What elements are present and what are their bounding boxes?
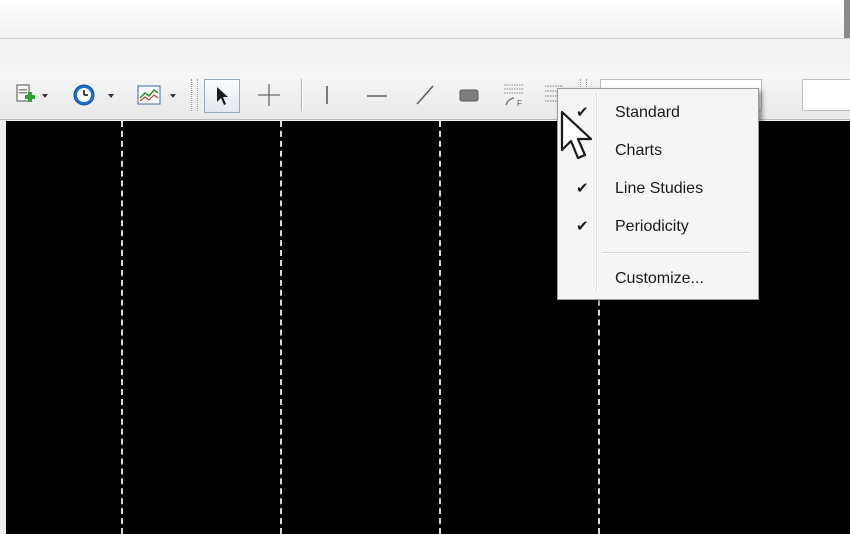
trend-line-tool-button[interactable] — [410, 81, 440, 109]
menu-bar — [0, 38, 850, 72]
vertical-line-tool-button[interactable] — [314, 81, 340, 109]
check-icon: ✔ — [576, 217, 589, 235]
application-window: F ✔ Standard Charts ✔ Line Studies ✔ Per… — [0, 0, 850, 534]
periodicity-button[interactable] — [70, 81, 98, 109]
vertical-gridline — [121, 121, 123, 534]
menu-item-label: Customize... — [615, 270, 704, 287]
menu-item-label: Periodicity — [615, 218, 689, 235]
toolbar-separator — [301, 79, 302, 111]
mouse-cursor-icon — [560, 110, 593, 160]
horizontal-line-icon — [367, 95, 387, 97]
fibonacci-icon: F — [504, 84, 524, 108]
title-bar — [0, 0, 850, 38]
menu-item-label: Charts — [615, 142, 663, 159]
vertical-gridline — [280, 121, 282, 534]
menu-item-label: Line Studies — [615, 180, 704, 197]
new-chart-dropdown-arrow[interactable] — [42, 94, 48, 98]
toolbar-field-secondary[interactable] — [802, 79, 850, 111]
menu-item-label: Standard — [615, 104, 680, 121]
new-chart-button[interactable] — [12, 81, 38, 109]
chart-type-button[interactable] — [134, 81, 164, 109]
menu-separator — [602, 252, 750, 253]
check-icon: ✔ — [576, 179, 589, 197]
crosshair-tool-button[interactable] — [254, 81, 284, 109]
trend-line-icon — [416, 85, 434, 105]
vertical-gridline — [439, 121, 441, 534]
toolbar-grip[interactable] — [191, 79, 198, 111]
svg-text:F: F — [517, 99, 522, 108]
window-edge — [844, 0, 850, 38]
horizontal-line-tool-button[interactable] — [362, 81, 392, 109]
rectangle-tool-button[interactable] — [454, 81, 484, 109]
chart-type-icon — [137, 85, 161, 105]
menu-item-customize[interactable]: Customize... — [560, 262, 754, 296]
new-chart-icon — [16, 84, 35, 102]
pointer-arrow-icon — [217, 87, 228, 105]
clock-icon — [73, 84, 95, 106]
vertical-line-icon — [326, 86, 328, 104]
menu-item-line-studies[interactable]: ✔ Line Studies — [560, 172, 754, 206]
crosshair-icon — [258, 84, 280, 106]
periodicity-dropdown-arrow[interactable] — [108, 94, 114, 98]
rectangle-icon — [459, 89, 479, 102]
menu-item-periodicity[interactable]: ✔ Periodicity — [560, 210, 754, 244]
pointer-tool-button[interactable] — [204, 79, 240, 113]
chart-type-dropdown-arrow[interactable] — [170, 94, 176, 98]
fibonacci-tool-button[interactable]: F — [498, 81, 530, 109]
